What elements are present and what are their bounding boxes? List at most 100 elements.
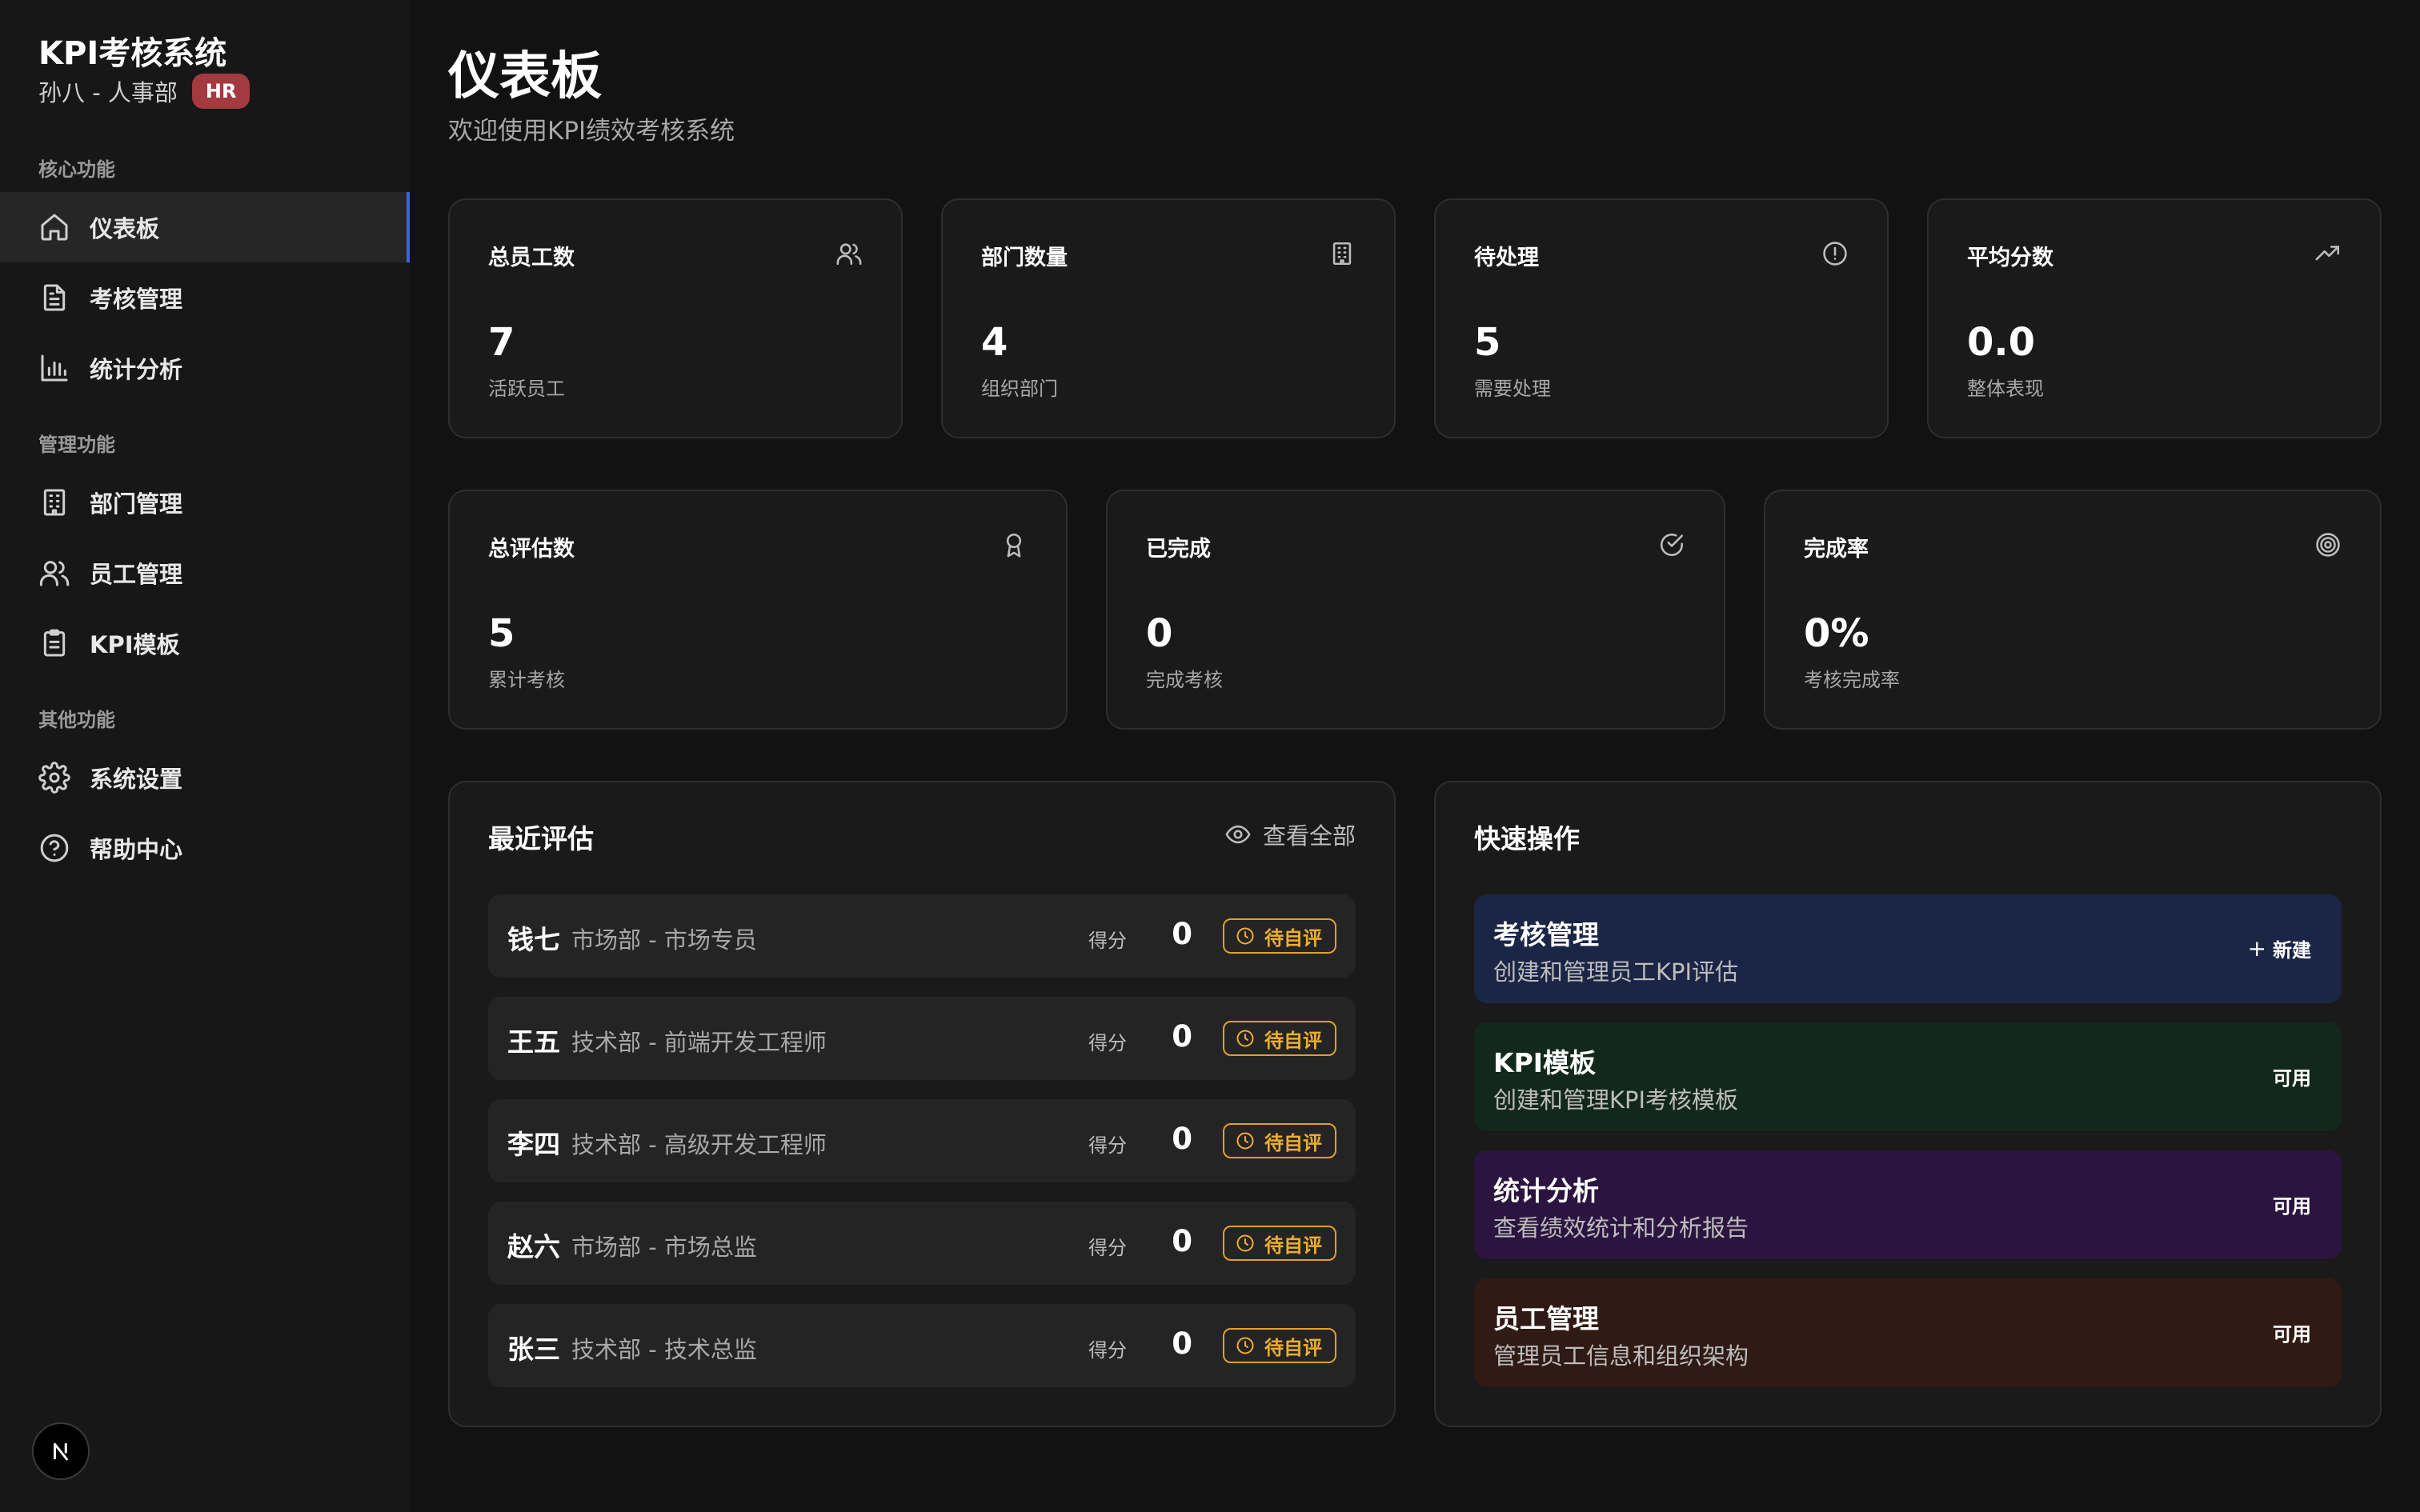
stat-value: 0% (1804, 611, 1869, 656)
trending-up-icon (2314, 240, 2342, 267)
target-icon (2314, 531, 2342, 558)
sidebar-item-statistics[interactable]: 统计分析 (0, 333, 410, 403)
stat-title: 部门数量 (981, 246, 1068, 270)
stat-title: 总评估数 (488, 537, 575, 562)
clock-icon (1236, 926, 1255, 946)
quick-action-label: 可用 (2273, 1195, 2311, 1218)
quick-action-label: 可用 (2273, 1323, 2311, 1346)
alert-circle-icon (1821, 240, 1849, 267)
app-title: KPI考核系统 (38, 35, 227, 72)
score-value: 0 (1172, 1019, 1192, 1054)
stat-card-departments: 部门数量 4 组织部门 (941, 198, 1396, 438)
sidebar-item-label: 系统设置 (90, 766, 183, 793)
score-value: 0 (1172, 1224, 1192, 1258)
quick-action-title: 统计分析 (1493, 1175, 1599, 1206)
employee-dept: 市场部 - 市场总监 (571, 1234, 757, 1261)
clock-icon (1236, 1029, 1255, 1048)
role-badge: HR (191, 74, 250, 109)
stat-card-pending: 待处理 5 需要处理 (1434, 198, 1889, 438)
employee-dept: 技术部 - 技术总监 (571, 1336, 757, 1363)
section-label-management: 管理功能 (38, 434, 115, 456)
stat-card-total-assessments: 总评估数 5 累计考核 (448, 490, 1068, 730)
view-all-button[interactable]: 查看全部 (1224, 818, 1356, 851)
quick-action-assessment[interactable]: 考核管理 创建和管理员工KPI评估 + 新建 (1474, 894, 2342, 1003)
stat-desc: 需要处理 (1474, 378, 1551, 400)
new-assessment-button[interactable]: + 新建 (2248, 934, 2311, 962)
stat-card-completed: 已完成 0 完成考核 (1106, 490, 1725, 730)
stat-value: 5 (488, 611, 515, 656)
employee-name: 钱七 (507, 924, 560, 955)
employee-name: 李四 (507, 1129, 560, 1160)
sidebar-item-label: 仪表板 (90, 215, 160, 242)
quick-action-title: KPI模板 (1493, 1047, 1597, 1078)
availability-label: 可用 (2273, 1318, 2311, 1346)
sidebar-item-settings[interactable]: 系统设置 (0, 742, 410, 813)
sidebar-item-departments[interactable]: 部门管理 (0, 467, 410, 538)
n-logo-icon (49, 1439, 73, 1463)
evaluation-row[interactable]: 王五 技术部 - 前端开发工程师 得分 0 待自评 (488, 997, 1356, 1080)
status-label: 待自评 (1264, 1336, 1322, 1359)
stat-desc: 考核完成率 (1804, 669, 1900, 691)
page-subtitle: 欢迎使用KPI绩效考核系统 (448, 117, 735, 146)
evaluation-row[interactable]: 张三 技术部 - 技术总监 得分 0 待自评 (488, 1304, 1356, 1387)
view-all-label: 查看全部 (1262, 822, 1356, 850)
quick-action-desc: 创建和管理KPI考核模板 (1493, 1086, 1739, 1114)
stat-desc: 累计考核 (488, 669, 565, 691)
recent-evaluations-panel: 最近评估 查看全部 钱七 市场部 - 市场专员 得分 0 待自评 王五 技术部 … (448, 781, 1396, 1427)
sidebar-item-kpi-templates[interactable]: KPI模板 (0, 608, 410, 678)
quick-actions-panel: 快速操作 考核管理 创建和管理员工KPI评估 + 新建 KPI模板 创建和管理K… (1434, 781, 2382, 1427)
status-label: 待自评 (1264, 1029, 1322, 1052)
stat-value: 0 (1146, 611, 1173, 656)
status-label: 待自评 (1264, 926, 1322, 950)
evaluation-row[interactable]: 李四 技术部 - 高级开发工程师 得分 0 待自评 (488, 1099, 1356, 1182)
availability-label: 可用 (2273, 1062, 2311, 1090)
employee-dept: 技术部 - 高级开发工程师 (571, 1131, 827, 1158)
home-icon (38, 211, 70, 243)
section-label-other: 其他功能 (38, 709, 115, 731)
user-info: 孙八 - 人事部 HR (38, 74, 250, 109)
sidebar-item-dashboard[interactable]: 仪表板 (0, 192, 410, 262)
quick-action-employees[interactable]: 员工管理 管理员工信息和组织架构 可用 (1474, 1278, 2342, 1387)
plus-icon: + (2247, 935, 2266, 962)
stat-value: 4 (981, 320, 1008, 365)
stat-desc: 活跃员工 (488, 378, 565, 400)
user-name: 孙八 - 人事部 (38, 79, 178, 106)
sidebar-item-label: 部门管理 (90, 490, 183, 518)
stat-title: 待处理 (1474, 246, 1539, 270)
status-badge: 待自评 (1223, 1123, 1336, 1158)
stat-title: 完成率 (1804, 537, 1869, 562)
sidebar-item-label: KPI模板 (90, 631, 180, 658)
availability-label: 可用 (2273, 1190, 2311, 1218)
sidebar-item-employees[interactable]: 员工管理 (0, 538, 410, 608)
sidebar-item-help[interactable]: 帮助中心 (0, 813, 410, 883)
clock-icon (1236, 1131, 1255, 1150)
evaluation-row[interactable]: 赵六 市场部 - 市场总监 得分 0 待自评 (488, 1202, 1356, 1285)
quick-action-desc: 管理员工信息和组织架构 (1493, 1342, 1749, 1370)
award-icon (1000, 531, 1028, 558)
score-label: 得分 (1088, 1339, 1127, 1362)
status-label: 待自评 (1264, 1131, 1322, 1154)
stat-card-completion-rate: 完成率 0% 考核完成率 (1764, 490, 2382, 730)
score-value: 0 (1172, 1326, 1192, 1361)
quick-action-statistics[interactable]: 统计分析 查看绩效统计和分析报告 可用 (1474, 1150, 2342, 1259)
dev-tools-button[interactable] (32, 1422, 90, 1480)
score-label: 得分 (1088, 1237, 1127, 1259)
sidebar-item-label: 统计分析 (90, 356, 183, 383)
evaluation-row[interactable]: 钱七 市场部 - 市场专员 得分 0 待自评 (488, 894, 1356, 978)
employee-dept: 技术部 - 前端开发工程师 (571, 1029, 827, 1056)
stat-desc: 整体表现 (1967, 378, 2044, 400)
clock-icon (1236, 1234, 1255, 1253)
score-label: 得分 (1088, 1032, 1127, 1054)
sidebar: KPI考核系统 孙八 - 人事部 HR 核心功能 仪表板 考核管理 统计分析 管… (0, 0, 410, 1512)
stat-value: 5 (1474, 320, 1501, 365)
sidebar-item-assessment[interactable]: 考核管理 (0, 262, 410, 333)
bar-chart-icon (38, 352, 70, 384)
clock-icon (1236, 1336, 1255, 1355)
quick-action-kpi-template[interactable]: KPI模板 创建和管理KPI考核模板 可用 (1474, 1022, 2342, 1131)
score-label: 得分 (1088, 1134, 1127, 1157)
stat-value: 7 (488, 320, 515, 365)
users-icon (38, 557, 70, 589)
quick-action-desc: 查看绩效统计和分析报告 (1493, 1214, 1749, 1242)
stat-title: 总员工数 (488, 246, 575, 270)
page-title: 仪表板 (448, 47, 602, 106)
